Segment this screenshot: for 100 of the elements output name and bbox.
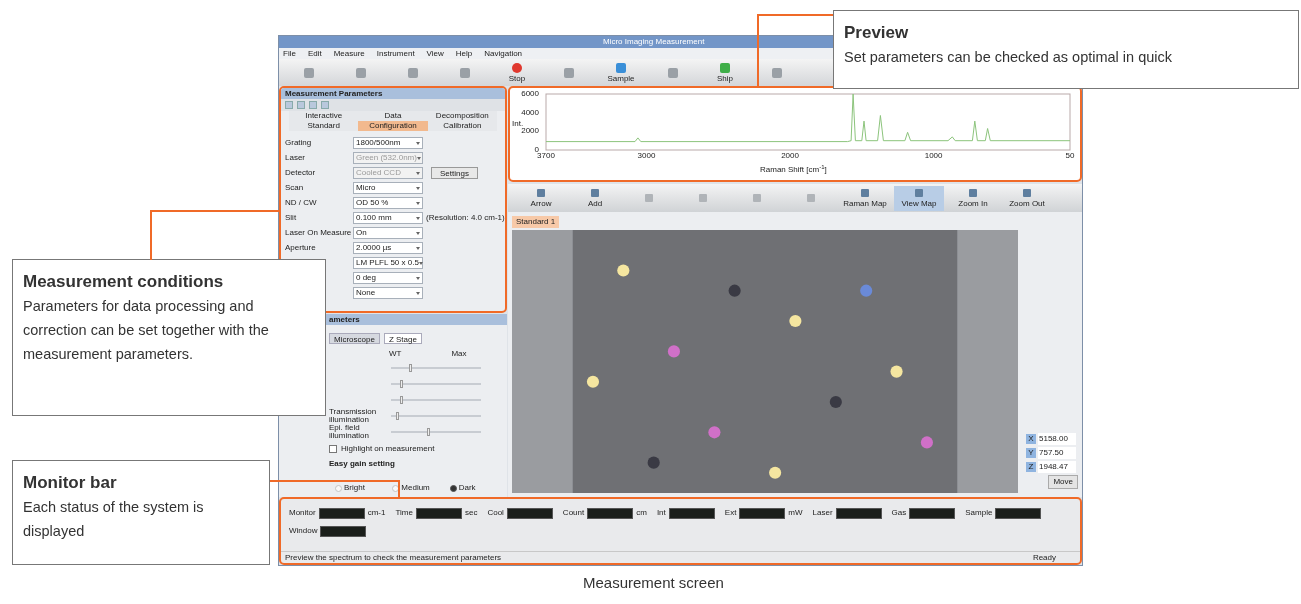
panel-tab[interactable]: Calibration [427,121,497,131]
menu-item[interactable]: View [426,47,444,60]
caret-icon [416,246,420,250]
toolbar-button[interactable]: Raman Map [840,185,890,211]
checkbox[interactable] [329,445,337,453]
menu-item[interactable]: File [283,47,296,60]
panel-tab[interactable]: Standard [289,121,359,131]
radio-button[interactable] [335,484,342,492]
tool-icon [914,188,924,198]
image-tab[interactable]: Standard 1 [512,216,560,228]
toolbar-button[interactable]: Zoom In [948,185,998,211]
menu-item[interactable]: Navigation [484,47,523,60]
toolbar-button[interactable]: View Map [894,185,944,211]
unit-label: cm-1 [367,507,386,519]
unit-label: sec [464,507,478,519]
menu-item[interactable]: Help [455,47,473,60]
axis-tick-label: 3700 [537,152,555,160]
toolbar-button[interactable]: Stop [495,62,539,83]
coordinate-field[interactable]: 5158.00 [1038,433,1076,445]
field-label: Scan [285,183,304,192]
monitor-label: Window [289,525,318,537]
dropdown[interactable]: Micro [353,182,423,194]
panel-tab[interactable]: Z Stage [383,333,422,344]
menu-item[interactable]: Measure [333,47,365,60]
toolbar-button[interactable]: Zoom Out [1002,185,1052,211]
panel-tab[interactable]: Data [358,111,428,121]
field-label: Detector [285,168,316,177]
monitor-label: Monitor [289,507,316,519]
dropdown[interactable]: 0.100 mm [353,212,423,224]
axis-label: Int. [512,118,524,128]
dropdown[interactable]: 1800/500nm [353,137,423,149]
toolbar-button[interactable]: Arrow [516,185,566,211]
caret-icon [416,156,421,160]
status-display [415,507,462,519]
resolution-note: (Resolution: 4.0 cm-1) [426,212,505,224]
callout-text: Each status of the system is displayed [23,498,205,541]
slider-thumb[interactable] [427,428,430,436]
radio-button[interactable] [449,484,457,492]
monitor-label: Int [656,507,666,519]
menu-item[interactable]: Edit [307,47,322,60]
field-label: ND / CW [285,198,317,207]
field-label: Slit [285,213,297,222]
axis-label: Raman Shift [cm$^{-1}$] [760,164,827,176]
dropdown[interactable]: 2.0000 µs [353,242,423,254]
monitor-label: Cool [487,507,504,519]
axis-button[interactable]: Z [1026,462,1036,472]
slider-thumb[interactable] [400,396,403,404]
axis-button[interactable]: Y [1026,448,1036,458]
tool-icon [615,62,627,74]
slider-thumb[interactable] [400,380,403,388]
status-state: Ready [1032,551,1056,564]
tool-icon [698,193,708,203]
unit-label: mW [788,507,803,519]
radio-button[interactable] [392,484,400,492]
axis-tick-label: 50 [1065,152,1075,160]
slider-thumb[interactable] [395,412,399,420]
tool-icon [459,66,471,79]
axis-tick-label: 1000 [924,152,943,160]
panel-tab[interactable]: Decomposition [427,111,497,121]
tool-icon [355,66,367,79]
tool-icon [968,188,978,198]
toolbar-button[interactable]: Add [570,185,620,211]
dropdown[interactable]: OD 50 % [353,197,423,209]
tool-icon [590,188,600,198]
tool-icon [860,188,870,198]
axis-tick-label: 4000 [521,108,539,117]
callout-text: Parameters for data processing and correction can be set together with the measurement parameters. [23,297,270,364]
panel-tab[interactable]: Microscope [329,333,380,344]
tool-icon [536,188,546,198]
radio-label: Bright [344,482,365,494]
dropdown[interactable]: LM PLFL 50 x 0.5 [353,257,423,269]
checkbox-label: Highlight on measurement [341,443,435,455]
slider-thumb[interactable] [409,364,412,372]
coordinate-field[interactable]: 757.50 [1038,447,1076,459]
tool-icon [511,62,523,74]
status-display [587,507,634,519]
dropdown[interactable]: None [353,287,423,299]
callout-text: Set parameters can be checked as optimal in quick [844,48,1174,67]
toolbar-button[interactable]: Ship [703,62,747,83]
dropdown[interactable]: On [353,227,423,239]
monitor-label: Sample [965,507,993,519]
status-display [668,507,715,519]
tool-icon [719,62,731,74]
coordinate-field[interactable]: 1948.47 [1038,461,1076,473]
move-button[interactable]: Move [1048,475,1078,489]
column-label: Max [451,348,467,360]
axis-tick-label: 6000 [521,90,539,98]
status-display [835,507,882,519]
tool-icon [644,193,654,203]
menu-item[interactable]: Instrument [376,47,415,60]
panel-tab[interactable]: Configuration [358,121,428,131]
axis-button[interactable]: X [1026,434,1036,444]
toolbar-button[interactable]: Sample [599,62,643,83]
dropdown[interactable]: 0 deg [353,272,423,284]
status-display [318,507,365,519]
panel-tab[interactable]: Interactive [289,111,359,121]
callout-title: Measurement conditions [23,271,225,293]
status-display [739,507,786,519]
axis-tick-label: 2000 [781,152,799,160]
field-label: Laser On Measure [285,228,352,237]
